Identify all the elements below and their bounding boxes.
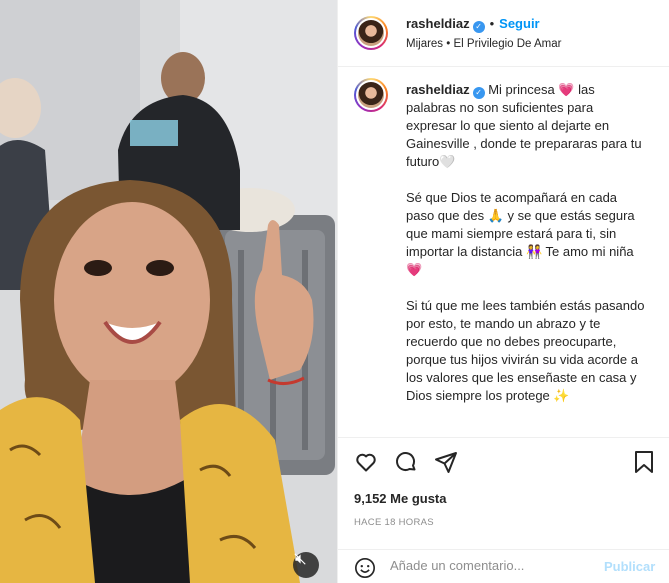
instagram-post: rasheldiaz ✓ • Seguir Mijares • El Privileg…	[0, 0, 669, 583]
header-location[interactable]: Mijares • El Privilegio De Amar	[406, 38, 562, 50]
header-username[interactable]: rasheldiaz	[406, 16, 470, 31]
verified-badge-icon: ✓	[472, 21, 485, 33]
header-username-row: rasheldiaz ✓ • Seguir	[406, 16, 540, 33]
separator-dot: •	[489, 16, 495, 31]
caption-paragraph: rasheldiaz ✓ Mi princesa 💗 las palabras n…	[406, 81, 646, 171]
video-frame	[0, 0, 337, 583]
bookmark-icon[interactable]	[633, 450, 655, 474]
publish-button[interactable]: Publicar	[604, 559, 655, 574]
post-actions: 9,152 Me gusta HACE 18 HORAS Publicar	[338, 437, 669, 582]
post-video[interactable]	[0, 0, 337, 583]
verified-badge-icon: ✓	[472, 87, 485, 99]
avatar[interactable]	[354, 16, 388, 50]
caption-paragraph: Sé que Dios te acompañará en cada paso q…	[406, 190, 635, 277]
comment-form: Publicar	[338, 549, 669, 583]
avatar-ring	[356, 18, 386, 48]
caption-paragraph: Si tú que me lees también estás pasando …	[406, 298, 645, 403]
post-side-panel: rasheldiaz ✓ • Seguir Mijares • El Privileg…	[337, 0, 669, 583]
caption-username[interactable]: rasheldiaz	[406, 82, 470, 97]
post-timestamp[interactable]: HACE 18 HORAS	[354, 517, 434, 528]
mute-button[interactable]	[293, 552, 319, 578]
post-caption: rasheldiaz ✓ Mi princesa 💗 las palabras n…	[406, 81, 646, 423]
comment-input[interactable]	[390, 558, 600, 573]
emoji-icon[interactable]	[354, 557, 376, 579]
send-icon[interactable]	[434, 450, 458, 474]
follow-button[interactable]: Seguir	[499, 16, 539, 31]
caption-avatar[interactable]	[354, 78, 388, 112]
likes-count[interactable]: 9,152 Me gusta	[354, 491, 447, 506]
comment-icon[interactable]	[394, 450, 418, 474]
speaker-muted-icon	[294, 553, 306, 565]
avatar-image	[358, 82, 384, 108]
post-header: rasheldiaz ✓ • Seguir Mijares • El Privileg…	[338, 0, 669, 67]
avatar-image	[358, 20, 384, 46]
heart-icon[interactable]	[354, 450, 378, 474]
avatar-ring	[356, 80, 386, 110]
